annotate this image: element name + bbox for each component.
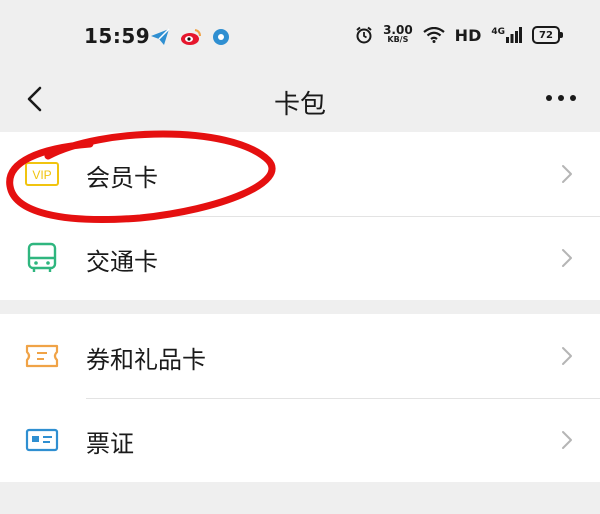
id-card-icon xyxy=(24,424,60,456)
chevron-right-icon xyxy=(562,431,572,449)
list-item-transit-card[interactable]: 交通卡 xyxy=(0,216,600,300)
ticket-icon xyxy=(24,340,60,372)
item-label: 票证 xyxy=(86,430,134,458)
status-bar: 15:59 3.00 KB/S HD 4G 72 xyxy=(0,0,600,70)
bus-icon xyxy=(24,242,60,274)
speed-unit: KB/S xyxy=(387,35,409,44)
item-label: 会员卡 xyxy=(86,164,158,192)
card-group-primary: VIP 会员卡 交通卡 xyxy=(0,132,600,300)
network-speed: 3.00 KB/S xyxy=(383,23,413,45)
more-options-icon[interactable] xyxy=(546,95,576,101)
network-type: 4G xyxy=(491,27,505,37)
chevron-right-icon xyxy=(562,249,572,267)
app-circle-icon xyxy=(213,29,229,45)
battery-level: 72 xyxy=(539,29,553,41)
list-item-vip-card[interactable]: VIP 会员卡 xyxy=(0,132,600,216)
wifi-icon xyxy=(422,27,445,43)
group-separator xyxy=(0,300,600,314)
vip-icon-text: VIP xyxy=(32,168,51,182)
vip-icon: VIP xyxy=(24,158,60,190)
list-item-tickets-ids[interactable]: 票证 xyxy=(0,398,600,482)
battery-indicator: 72 xyxy=(532,26,563,44)
nav-bar: 卡包 xyxy=(0,70,600,130)
chevron-right-icon xyxy=(562,347,572,365)
signal-indicator: 4G xyxy=(491,27,522,43)
list-item-coupons-gift-cards[interactable]: 券和礼品卡 xyxy=(0,314,600,398)
item-label: 券和礼品卡 xyxy=(86,346,206,374)
paper-plane-icon xyxy=(151,28,170,45)
notification-icons xyxy=(150,28,230,46)
alarm-icon xyxy=(356,26,372,44)
signal-bars-icon xyxy=(506,27,522,43)
chevron-right-icon xyxy=(562,165,572,183)
page-title: 卡包 xyxy=(273,90,326,120)
item-label: 交通卡 xyxy=(86,248,158,276)
system-icons: 3.00 KB/S HD 4G 72 xyxy=(355,23,563,45)
status-time: 15:59 xyxy=(84,24,151,48)
speed-value: 3.00 xyxy=(383,23,413,37)
card-group-secondary: 券和礼品卡 票证 xyxy=(0,314,600,482)
hd-indicator: HD xyxy=(454,25,482,45)
weibo-icon xyxy=(181,29,201,45)
